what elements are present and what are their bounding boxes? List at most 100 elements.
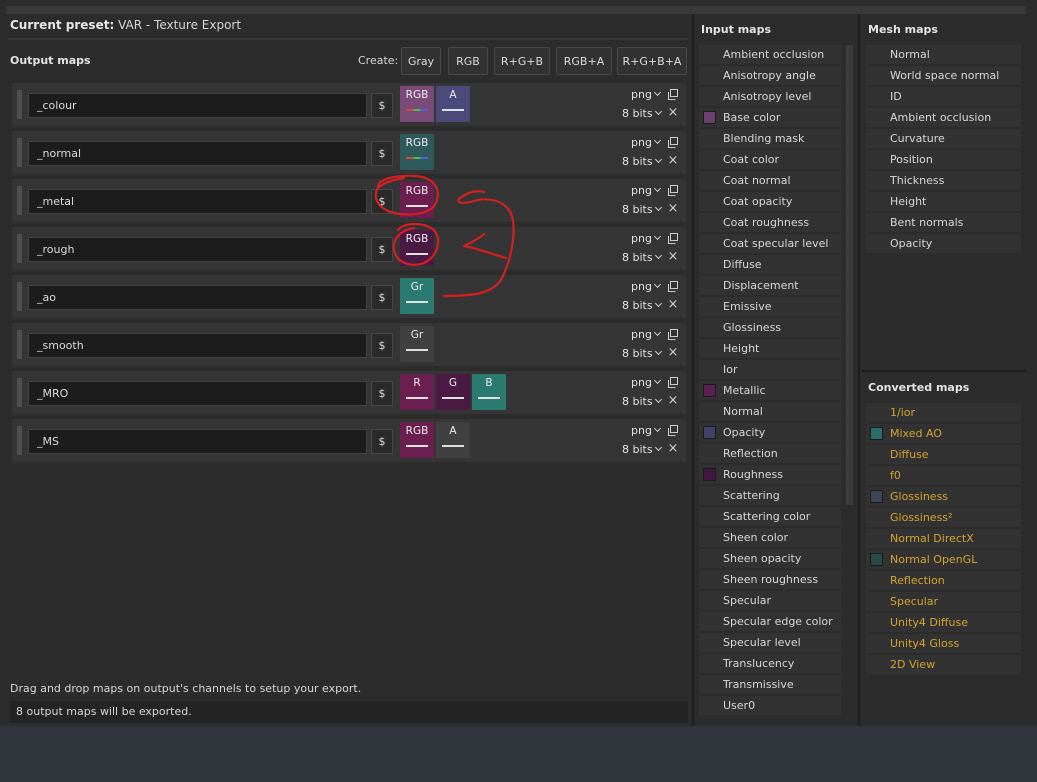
bit-depth-dropdown[interactable]: 8 bits xyxy=(622,155,662,168)
mesh-map-item[interactable]: Opacity xyxy=(866,234,1021,253)
mesh-map-item[interactable]: Ambient occlusion xyxy=(866,108,1021,127)
input-map-item[interactable]: Sheen color xyxy=(699,528,841,547)
format-dropdown[interactable]: png xyxy=(631,280,661,293)
input-map-item[interactable]: Opacity xyxy=(699,423,841,442)
bit-depth-dropdown[interactable]: 8 bits xyxy=(622,299,662,312)
input-map-item[interactable]: Specular xyxy=(699,591,841,610)
converted-map-item[interactable]: Reflection xyxy=(866,571,1021,590)
create-r-g-b-a-button[interactable]: R+G+B+A xyxy=(617,47,687,75)
input-maps-scrollbar[interactable] xyxy=(846,45,853,505)
channel-slot[interactable]: A xyxy=(436,422,470,458)
converted-map-item[interactable]: 1/ior xyxy=(866,403,1021,422)
channel-slot[interactable]: Gr xyxy=(400,278,434,314)
remove-icon[interactable]: × xyxy=(667,298,679,311)
insert-variable-button[interactable]: $ xyxy=(371,189,393,214)
input-map-item[interactable]: Anisotropy angle xyxy=(699,66,841,85)
converted-map-item[interactable]: Glossiness² xyxy=(866,508,1021,527)
output-name-field[interactable] xyxy=(28,285,367,310)
create-gray-button[interactable]: Gray xyxy=(401,47,441,75)
input-map-item[interactable]: Translucency xyxy=(699,654,841,673)
input-map-item[interactable]: Ambient occlusion xyxy=(699,45,841,64)
input-map-item[interactable]: Diffuse xyxy=(699,255,841,274)
input-map-item[interactable]: Coat color xyxy=(699,150,841,169)
format-dropdown[interactable]: png xyxy=(631,424,661,437)
channel-slot[interactable]: RGB xyxy=(400,182,434,218)
remove-icon[interactable]: × xyxy=(667,154,679,167)
input-map-item[interactable]: Coat roughness xyxy=(699,213,841,232)
converted-map-item[interactable]: 2D View xyxy=(866,655,1021,674)
remove-icon[interactable]: × xyxy=(667,202,679,215)
channel-slot[interactable]: RGB xyxy=(400,134,434,170)
input-map-item[interactable]: Displacement xyxy=(699,276,841,295)
format-dropdown[interactable]: png xyxy=(631,184,661,197)
insert-variable-button[interactable]: $ xyxy=(371,237,393,262)
mesh-map-item[interactable]: Normal xyxy=(866,45,1021,64)
insert-variable-button[interactable]: $ xyxy=(371,93,393,118)
input-map-item[interactable]: Scattering color xyxy=(699,507,841,526)
mesh-map-item[interactable]: Height xyxy=(866,192,1021,211)
drag-handle[interactable] xyxy=(17,378,22,407)
converted-map-item[interactable]: f0 xyxy=(866,466,1021,485)
output-name-field[interactable] xyxy=(28,381,367,406)
bit-depth-dropdown[interactable]: 8 bits xyxy=(622,251,662,264)
input-map-item[interactable]: Coat specular level xyxy=(699,234,841,253)
bit-depth-dropdown[interactable]: 8 bits xyxy=(622,203,662,216)
channel-slot[interactable]: B xyxy=(472,374,506,410)
input-map-item[interactable]: Metallic xyxy=(699,381,841,400)
duplicate-icon[interactable] xyxy=(668,185,678,196)
drag-handle[interactable] xyxy=(17,90,22,119)
channel-slot[interactable]: Gr xyxy=(400,326,434,362)
converted-map-item[interactable]: Unity4 Gloss xyxy=(866,634,1021,653)
output-name-field[interactable] xyxy=(28,141,367,166)
insert-variable-button[interactable]: $ xyxy=(371,429,393,454)
output-name-field[interactable] xyxy=(28,93,367,118)
input-map-item[interactable]: Coat opacity xyxy=(699,192,841,211)
channel-slot[interactable]: RGB xyxy=(400,86,434,122)
input-map-item[interactable]: Base color xyxy=(699,108,841,127)
create-r-g-b-button[interactable]: R+G+B xyxy=(494,47,550,75)
input-map-item[interactable]: Transmissive xyxy=(699,675,841,694)
channel-slot[interactable]: RGB xyxy=(400,230,434,266)
duplicate-icon[interactable] xyxy=(668,233,678,244)
duplicate-icon[interactable] xyxy=(668,329,678,340)
channel-slot[interactable]: RGB xyxy=(400,422,434,458)
converted-map-item[interactable]: Glossiness xyxy=(866,487,1021,506)
input-map-item[interactable]: Normal xyxy=(699,402,841,421)
converted-map-item[interactable]: Unity4 Diffuse xyxy=(866,613,1021,632)
duplicate-icon[interactable] xyxy=(668,137,678,148)
output-name-field[interactable] xyxy=(28,333,367,358)
drag-handle[interactable] xyxy=(17,282,22,311)
input-map-item[interactable]: Sheen opacity xyxy=(699,549,841,568)
input-map-item[interactable]: Scattering xyxy=(699,486,841,505)
input-map-item[interactable]: Roughness xyxy=(699,465,841,484)
remove-icon[interactable]: × xyxy=(667,106,679,119)
remove-icon[interactable]: × xyxy=(667,250,679,263)
drag-handle[interactable] xyxy=(17,186,22,215)
create-rgb-button[interactable]: RGB xyxy=(448,47,488,75)
remove-icon[interactable]: × xyxy=(667,346,679,359)
bit-depth-dropdown[interactable]: 8 bits xyxy=(622,395,662,408)
bit-depth-dropdown[interactable]: 8 bits xyxy=(622,443,662,456)
duplicate-icon[interactable] xyxy=(668,281,678,292)
input-map-item[interactable]: Glossiness xyxy=(699,318,841,337)
converted-map-item[interactable]: Normal OpenGL xyxy=(866,550,1021,569)
channel-slot[interactable]: A xyxy=(436,86,470,122)
input-map-item[interactable]: Coat normal xyxy=(699,171,841,190)
format-dropdown[interactable]: png xyxy=(631,328,661,341)
input-map-item[interactable]: Specular edge color xyxy=(699,612,841,631)
format-dropdown[interactable]: png xyxy=(631,136,661,149)
input-map-item[interactable]: Ior xyxy=(699,360,841,379)
bit-depth-dropdown[interactable]: 8 bits xyxy=(622,347,662,360)
channel-slot[interactable]: R xyxy=(400,374,434,410)
converted-map-item[interactable]: Diffuse xyxy=(866,445,1021,464)
mesh-map-item[interactable]: Position xyxy=(866,150,1021,169)
mesh-map-item[interactable]: Bent normals xyxy=(866,213,1021,232)
input-map-item[interactable]: Blending mask xyxy=(699,129,841,148)
create-rgb-a-button[interactable]: RGB+A xyxy=(556,47,612,75)
duplicate-icon[interactable] xyxy=(668,89,678,100)
format-dropdown[interactable]: png xyxy=(631,376,661,389)
input-map-item[interactable]: Height xyxy=(699,339,841,358)
remove-icon[interactable]: × xyxy=(667,394,679,407)
drag-handle[interactable] xyxy=(17,234,22,263)
insert-variable-button[interactable]: $ xyxy=(371,333,393,358)
